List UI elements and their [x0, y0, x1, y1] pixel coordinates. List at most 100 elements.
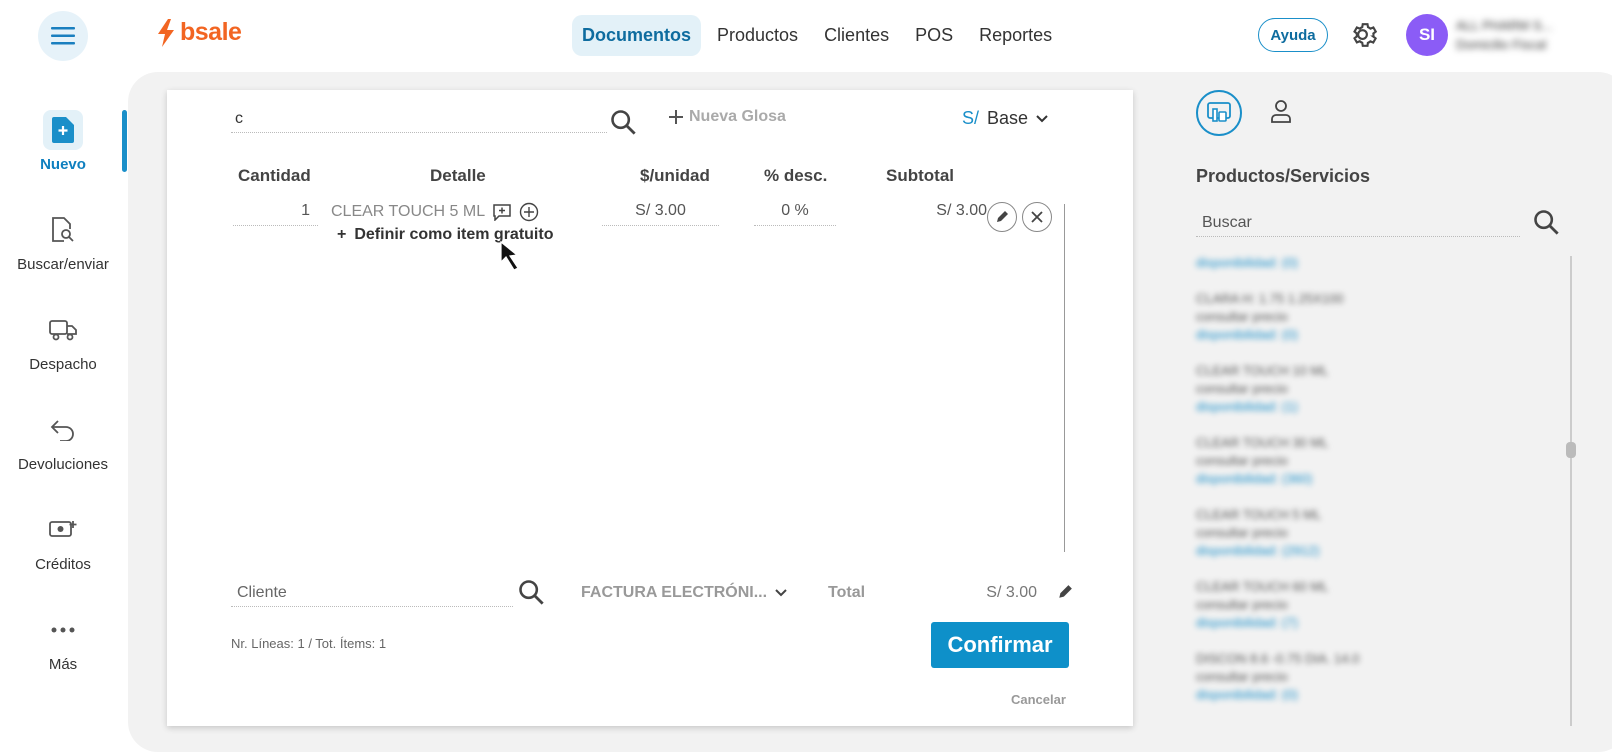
products-search-input[interactable]: Buscar: [1196, 210, 1520, 237]
menu-button[interactable]: [38, 11, 88, 61]
top-bar: bsale Documentos Productos Clientes POS …: [0, 0, 1612, 70]
add-circle-icon[interactable]: [519, 202, 539, 222]
products-scrollbar[interactable]: [1570, 256, 1572, 726]
sidebar-item-label: Buscar/enviar: [17, 256, 109, 273]
product-price: consultar precio: [1196, 669, 1288, 684]
nav-documentos[interactable]: Documentos: [572, 15, 702, 56]
account-info[interactable]: ALL PHARM S... Domicilio Fiscal: [1456, 16, 1586, 54]
list-item[interactable]: CLEAR TOUCH 30 ML consultar precio dispo…: [1196, 434, 1496, 488]
sidebar-item-despacho[interactable]: Despacho: [0, 310, 126, 373]
document-card: Nueva Glosa S/ Base Cantidad Detalle $/u…: [167, 90, 1133, 726]
search-icon[interactable]: [517, 578, 545, 606]
client-input[interactable]: Cliente: [231, 580, 513, 607]
sidebar-item-label: Más: [48, 656, 78, 673]
help-button[interactable]: Ayuda: [1258, 18, 1328, 52]
line-detail: CLEAR TOUCH 5 ML: [331, 202, 539, 222]
column-header-unit: $/unidad: [640, 166, 710, 185]
nav-pos[interactable]: POS: [905, 15, 963, 56]
chevron-down-icon: [1036, 114, 1048, 122]
remove-line-button[interactable]: [1022, 202, 1052, 232]
nav-reportes[interactable]: Reportes: [969, 15, 1062, 56]
tab-client[interactable]: [1266, 96, 1296, 126]
list-item[interactable]: DISCON 8.6 -0.75 DIA. 14.0 consultar pre…: [1196, 650, 1496, 704]
confirm-button[interactable]: Confirmar: [931, 622, 1069, 668]
product-code-input[interactable]: [231, 106, 607, 133]
cancel-link[interactable]: Cancelar: [1011, 692, 1066, 707]
close-icon: [1031, 211, 1043, 223]
list-item[interactable]: CLEAR TOUCH 5 ML consultar precio dispon…: [1196, 506, 1496, 560]
availability: disponibilidad: (0): [1196, 687, 1298, 702]
products-list: disponibilidad: (0) CLARA H: 1.75 1.25X1…: [1196, 254, 1496, 722]
bolt-logo-icon: [158, 18, 174, 47]
products-panel-title: Productos/Servicios: [1196, 166, 1371, 186]
list-item[interactable]: CLEAR TOUCH 60 ML consultar precio dispo…: [1196, 578, 1496, 632]
account-subtitle: Domicilio Fiscal: [1456, 37, 1547, 52]
new-gloss-button[interactable]: Nueva Glosa: [669, 108, 786, 126]
line-counts: Nr. Líneas: 1 / Tot. Ítems: 1: [231, 636, 387, 651]
total-label: Total: [828, 584, 866, 601]
brand-logo[interactable]: bsale: [156, 18, 242, 47]
line-discount-input[interactable]: 0 %: [754, 202, 836, 226]
product-price: consultar precio: [1196, 597, 1288, 612]
availability: disponibilidad: (7): [1196, 615, 1298, 630]
document-type-select[interactable]: FACTURA ELECTRÓNI...: [581, 584, 787, 602]
mouse-cursor-icon: [500, 240, 519, 271]
new-gloss-label: Nueva Glosa: [689, 108, 786, 125]
more-dots-icon: [43, 610, 83, 650]
user-icon: [1271, 100, 1291, 123]
list-item[interactable]: disponibilidad: (0): [1196, 254, 1496, 272]
return-arrow-icon: [43, 410, 83, 450]
scrollbar-thumb[interactable]: [1566, 442, 1576, 458]
product-price: consultar precio: [1196, 525, 1288, 540]
chevron-down-icon: [775, 589, 787, 597]
price-list-selector[interactable]: S/ Base: [962, 108, 1048, 129]
currency-symbol: S/: [962, 108, 980, 128]
product-name: CLEAR TOUCH 60 ML: [1196, 579, 1329, 594]
sidebar-item-label: Créditos: [35, 556, 91, 573]
sidebar-item-devoluciones[interactable]: Devoluciones: [0, 410, 126, 473]
main-nav: Documentos Productos Clientes POS Report…: [572, 15, 1062, 56]
line-unit-price-input[interactable]: S/ 3.00: [602, 202, 719, 226]
column-header-detail: Detalle: [430, 166, 486, 185]
availability: disponibilidad: (1): [1196, 399, 1298, 414]
column-header-discount: % desc.: [764, 166, 828, 185]
brand-name: bsale: [180, 18, 242, 46]
nav-productos[interactable]: Productos: [707, 15, 808, 56]
product-name: CLEAR TOUCH 10 ML: [1196, 363, 1329, 378]
search-icon[interactable]: [1532, 208, 1560, 236]
product-name: CLEAR TOUCH 30 ML: [1196, 435, 1329, 450]
availability: disponibilidad: (360): [1196, 471, 1313, 486]
line-qty-input[interactable]: 1: [233, 202, 318, 226]
sidebar-item-buscar[interactable]: Buscar/enviar: [0, 210, 126, 273]
money-plus-icon: [43, 510, 83, 550]
sidebar-item-mas[interactable]: Más: [0, 610, 126, 673]
product-name: CLEAR TOUCH 5 ML: [1196, 507, 1322, 522]
sidebar-item-label: Nuevo: [40, 156, 86, 173]
hamburger-icon: [51, 27, 75, 45]
list-item[interactable]: CLARA H: 1.75 1.25X100 consultar precio …: [1196, 290, 1496, 344]
sidebar-item-creditos[interactable]: Créditos: [0, 510, 126, 573]
search-icon[interactable]: [609, 108, 637, 136]
pencil-icon[interactable]: [1057, 584, 1073, 600]
availability: disponibilidad: (2912): [1196, 543, 1320, 558]
total-value: S/ 3.00: [986, 584, 1037, 601]
add-comment-icon[interactable]: [493, 203, 511, 221]
pencil-icon: [997, 211, 1008, 222]
product-price: consultar precio: [1196, 453, 1288, 468]
list-item[interactable]: CLEAR TOUCH 10 ML consultar precio dispo…: [1196, 362, 1496, 416]
sidebar-item-nuevo[interactable]: Nuevo: [0, 110, 126, 173]
plus-icon: +: [337, 226, 347, 243]
gear-icon[interactable]: [1350, 20, 1380, 50]
edit-line-button[interactable]: [987, 202, 1017, 232]
nav-clientes[interactable]: Clientes: [814, 15, 899, 56]
price-list-label: Base: [987, 108, 1029, 128]
tab-products[interactable]: [1196, 90, 1242, 136]
lines-scroll-divider: [1064, 204, 1065, 552]
account-name: ALL PHARM S...: [1456, 18, 1553, 33]
avatar[interactable]: SI: [1406, 14, 1448, 56]
truck-icon: [43, 310, 83, 350]
column-header-subtotal: Subtotal: [886, 166, 954, 185]
document-type-label: FACTURA ELECTRÓNI...: [581, 584, 768, 601]
product-price: consultar precio: [1196, 309, 1288, 324]
new-document-icon: [43, 110, 83, 150]
